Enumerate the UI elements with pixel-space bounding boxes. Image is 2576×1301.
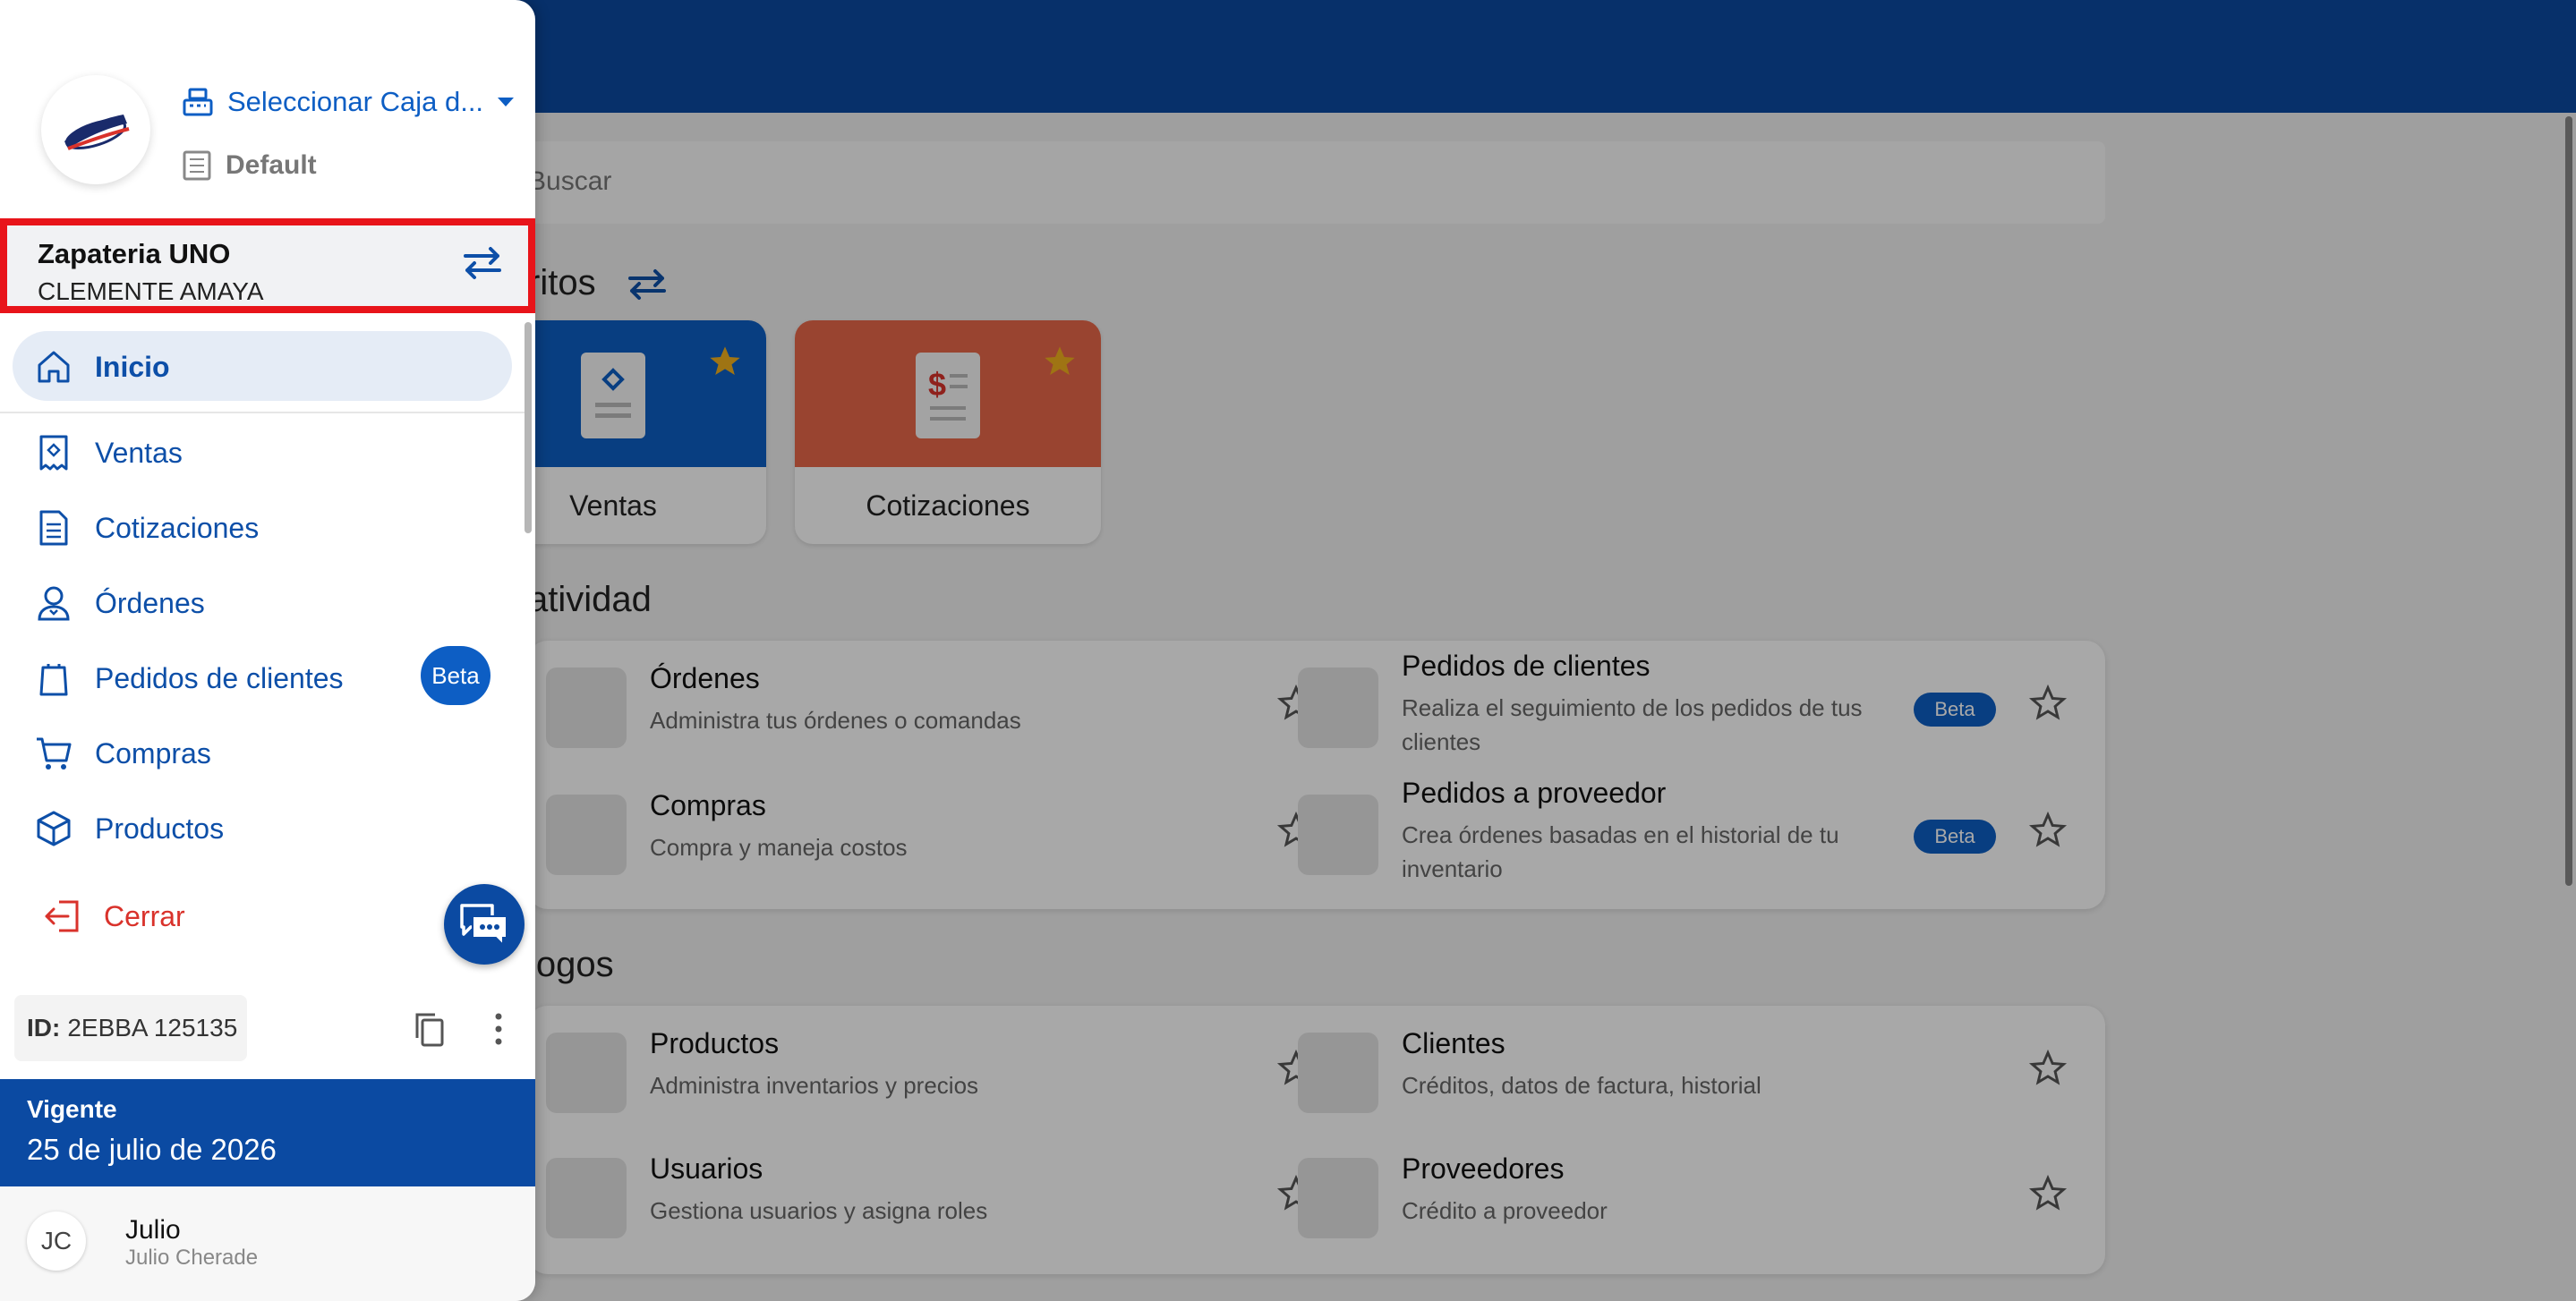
nav-label: Cotizaciones bbox=[95, 511, 260, 544]
validity-label: Vigente bbox=[27, 1095, 117, 1123]
nav-item-cotizaciones[interactable]: Cotizaciones bbox=[34, 501, 259, 555]
navigation-drawer: Seleccionar Caja d... Default Zapateria … bbox=[0, 0, 535, 1301]
store-switcher[interactable]: Zapateria UNO CLEMENTE AMAYA bbox=[0, 218, 535, 313]
branch-label: Default bbox=[226, 150, 317, 180]
nav-item-ventas[interactable]: Ventas bbox=[34, 426, 183, 480]
logout-label: Cerrar bbox=[104, 899, 185, 932]
copy-icon[interactable] bbox=[410, 1009, 449, 1049]
nav-divider bbox=[0, 412, 528, 413]
chat-bubble-icon bbox=[460, 904, 508, 948]
logout-icon bbox=[45, 900, 79, 932]
validity-date: 25 de julio de 2026 bbox=[27, 1133, 277, 1166]
store-name: Zapateria UNO bbox=[38, 238, 231, 269]
nav-item-pedidos-clientes[interactable]: Pedidos de clientes bbox=[34, 651, 344, 705]
home-icon bbox=[38, 351, 70, 383]
more-vertical-icon[interactable] bbox=[483, 1009, 514, 1049]
beta-badge: Beta bbox=[421, 646, 490, 705]
nav-item-inicio[interactable]: Inicio bbox=[34, 340, 170, 394]
building-icon bbox=[183, 150, 211, 181]
avatar: JC bbox=[27, 1212, 86, 1271]
nav-label: Productos bbox=[95, 812, 225, 845]
drawer-scrollbar[interactable] bbox=[525, 322, 532, 533]
nav-item-ordenes[interactable]: Órdenes bbox=[34, 576, 205, 630]
chat-button[interactable] bbox=[444, 884, 525, 965]
nav-item-compras[interactable]: Compras bbox=[34, 727, 211, 780]
store-user: CLEMENTE AMAYA bbox=[38, 277, 264, 305]
nav-item-productos[interactable]: Productos bbox=[34, 802, 224, 855]
user-name: Julio bbox=[125, 1215, 181, 1245]
branch-selector[interactable]: Default bbox=[181, 149, 317, 183]
shopping-bag-icon bbox=[39, 664, 68, 696]
nav-label: Inicio bbox=[95, 350, 170, 383]
nav-label: Compras bbox=[95, 736, 211, 770]
subscription-validity: Vigente 25 de julio de 2026 bbox=[0, 1079, 535, 1186]
cash-register-label: Seleccionar Caja d... bbox=[227, 86, 484, 117]
box-icon bbox=[37, 811, 71, 846]
receipt-icon bbox=[39, 435, 68, 471]
user-profile[interactable]: JC Julio Julio Cherade bbox=[0, 1186, 535, 1301]
account-id-label: ID: bbox=[27, 1014, 61, 1042]
swap-store-icon[interactable] bbox=[462, 245, 503, 281]
cash-register-icon bbox=[183, 88, 213, 116]
account-id-value: 2EBBA 125135 bbox=[67, 1014, 238, 1042]
user-full-name: Julio Cherade bbox=[125, 1246, 259, 1270]
nav-label: Ventas bbox=[95, 436, 183, 469]
logout-button[interactable]: Cerrar bbox=[43, 898, 185, 934]
cash-register-selector[interactable]: Seleccionar Caja d... bbox=[181, 86, 516, 118]
account-id: ID: 2EBBA 125135 bbox=[14, 995, 247, 1061]
nav-label: Órdenes bbox=[95, 586, 205, 619]
chevron-down-icon bbox=[498, 98, 515, 106]
nav-label: Pedidos de clientes bbox=[95, 661, 344, 694]
waiter-icon bbox=[38, 586, 70, 621]
document-icon bbox=[39, 510, 68, 546]
company-logo bbox=[41, 75, 150, 184]
shopping-cart-icon bbox=[37, 737, 72, 770]
